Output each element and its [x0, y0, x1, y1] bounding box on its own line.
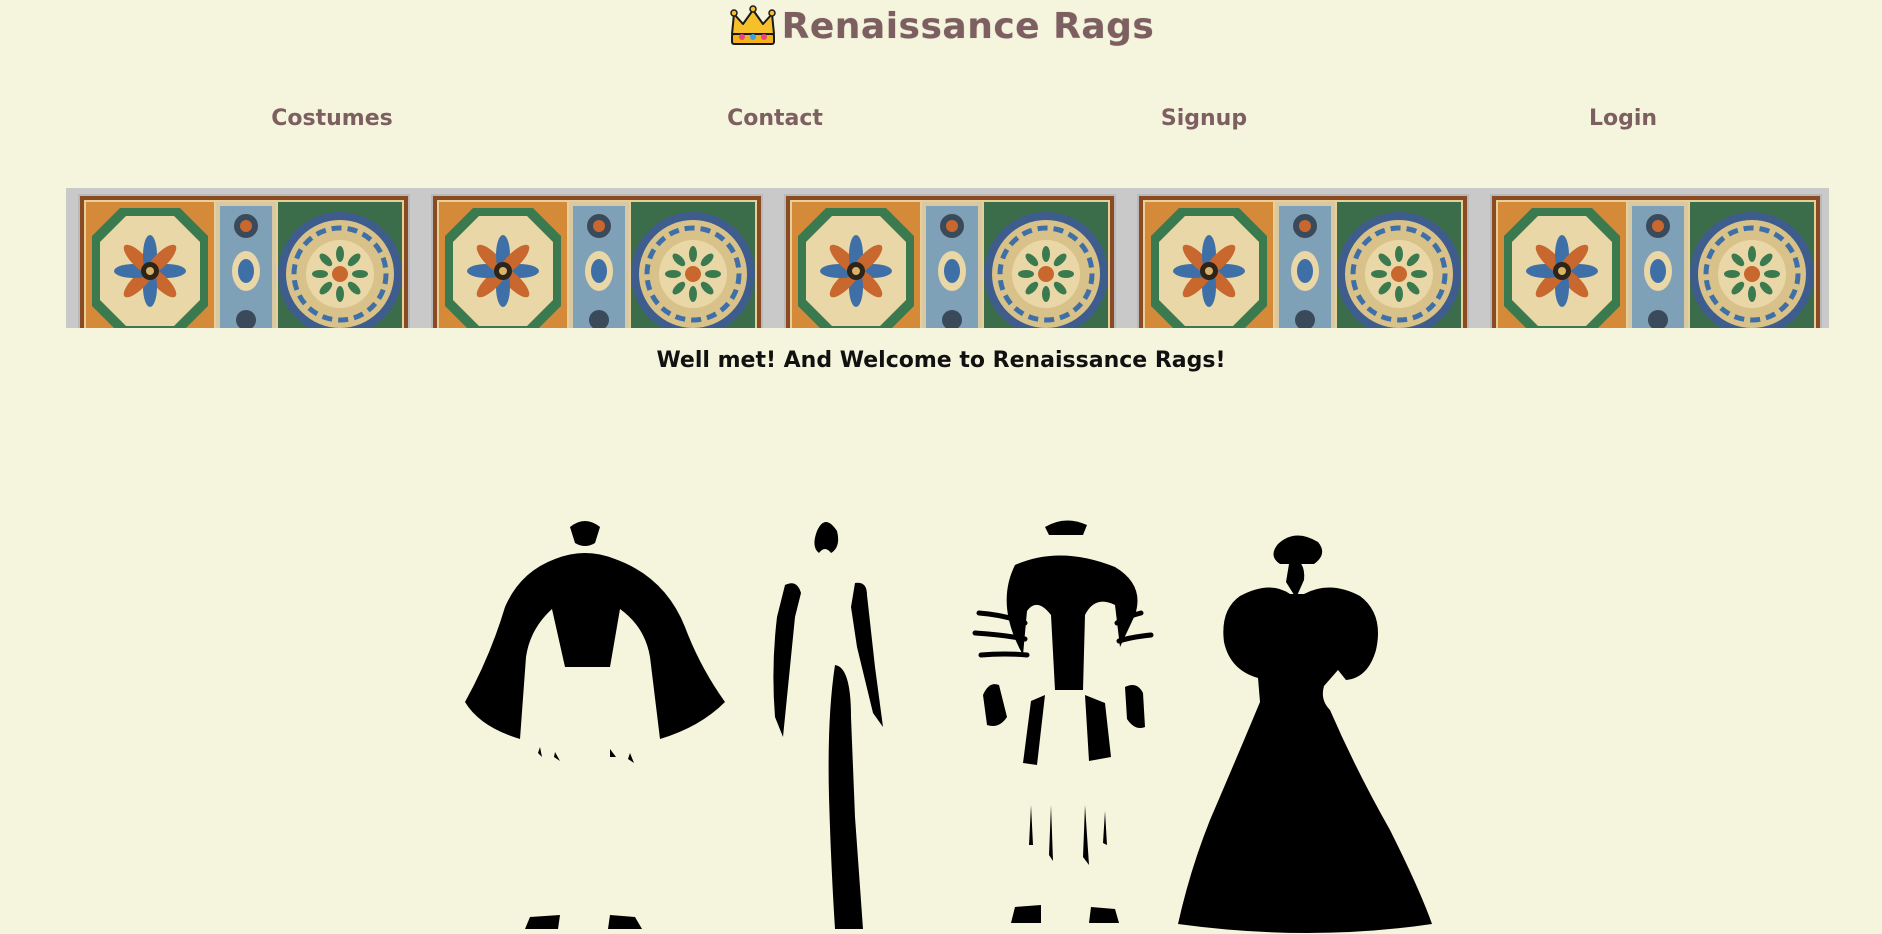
home-link[interactable]: Renaissance Rags [728, 4, 1155, 48]
nav-link-contact[interactable]: Contact [727, 106, 823, 131]
silhouette-lady-gown [1178, 535, 1432, 933]
silhouette-caped-man [465, 521, 725, 929]
banner-tile [1139, 196, 1467, 328]
main-nav: Costumes Contact Signup Login [0, 106, 1882, 140]
nav-link-login[interactable]: Login [1589, 106, 1657, 131]
crown-icon [728, 4, 778, 48]
nav-link-signup[interactable]: Signup [1161, 106, 1247, 131]
site-title: Renaissance Rags [781, 5, 1155, 47]
banner-tile [80, 196, 408, 328]
silhouette-doublet-man [972, 520, 1154, 923]
tile-banner [66, 188, 1829, 328]
banner-tile [786, 196, 1114, 328]
silhouette-robed-figure [773, 522, 883, 929]
site-header: Renaissance Rags [0, 0, 1882, 52]
banner-tile [433, 196, 761, 328]
costume-silhouettes-image [460, 505, 1450, 934]
welcome-heading: Well met! And Welcome to Renaissance Rag… [656, 348, 1226, 373]
nav-link-costumes[interactable]: Costumes [271, 106, 392, 131]
banner-tile [1492, 196, 1820, 328]
